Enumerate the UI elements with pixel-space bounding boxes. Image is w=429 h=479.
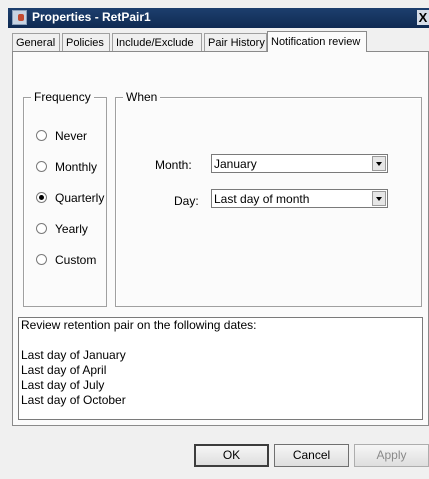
chevron-down-icon[interactable]	[372, 156, 386, 171]
radio-label: Quarterly	[55, 191, 105, 205]
month-label: Month:	[155, 158, 192, 172]
radio-button[interactable]	[36, 254, 47, 265]
radio-label: Custom	[55, 253, 97, 267]
month-select[interactable]: January	[211, 154, 388, 173]
frequency-group-label: Frequency	[31, 90, 94, 104]
review-dates-textbox[interactable]: Review retention pair on the following d…	[18, 317, 423, 420]
summary-date: Last day of April	[21, 363, 107, 377]
app-icon	[12, 10, 27, 25]
tab-general[interactable]: General	[12, 33, 60, 51]
window-title: Properties - RetPair1	[32, 10, 151, 24]
day-value: Last day of month	[214, 192, 310, 206]
radio-label: Yearly	[55, 222, 88, 236]
title-bar: Properties - RetPair1 X	[8, 8, 429, 28]
radio-button[interactable]	[36, 130, 47, 141]
radio-button-selected[interactable]	[36, 192, 47, 203]
when-group-label: When	[123, 90, 161, 104]
close-icon[interactable]: X	[417, 10, 429, 25]
summary-blank-line	[19, 333, 422, 348]
tab-policies[interactable]: Policies	[62, 33, 110, 51]
ok-button[interactable]: OK	[194, 444, 269, 467]
summary-date: Last day of January	[21, 348, 126, 362]
chevron-down-icon[interactable]	[372, 191, 386, 206]
cancel-button[interactable]: Cancel	[274, 444, 349, 467]
tab-notification-review[interactable]: Notification review	[267, 31, 367, 52]
notification-review-panel: Frequency Never Monthly Quarterly Yearly…	[12, 51, 429, 426]
day-label: Day:	[174, 194, 199, 208]
month-value: January	[214, 157, 257, 171]
summary-date: Last day of July	[21, 378, 105, 392]
radio-button[interactable]	[36, 161, 47, 172]
when-group: When Month: January Day: Last day of mon…	[115, 90, 422, 307]
radio-label: Monthly	[55, 160, 98, 174]
tab-pair-history[interactable]: Pair History	[204, 33, 267, 51]
radio-button[interactable]	[36, 223, 47, 234]
radio-label: Never	[55, 129, 88, 143]
apply-button[interactable]: Apply	[354, 444, 429, 467]
day-select[interactable]: Last day of month	[211, 189, 388, 208]
summary-date: Last day of October	[21, 393, 126, 407]
tab-include-exclude[interactable]: Include/Exclude	[112, 33, 202, 51]
summary-heading: Review retention pair on the following d…	[21, 318, 257, 332]
frequency-group: Frequency Never Monthly Quarterly Yearly…	[23, 90, 107, 307]
